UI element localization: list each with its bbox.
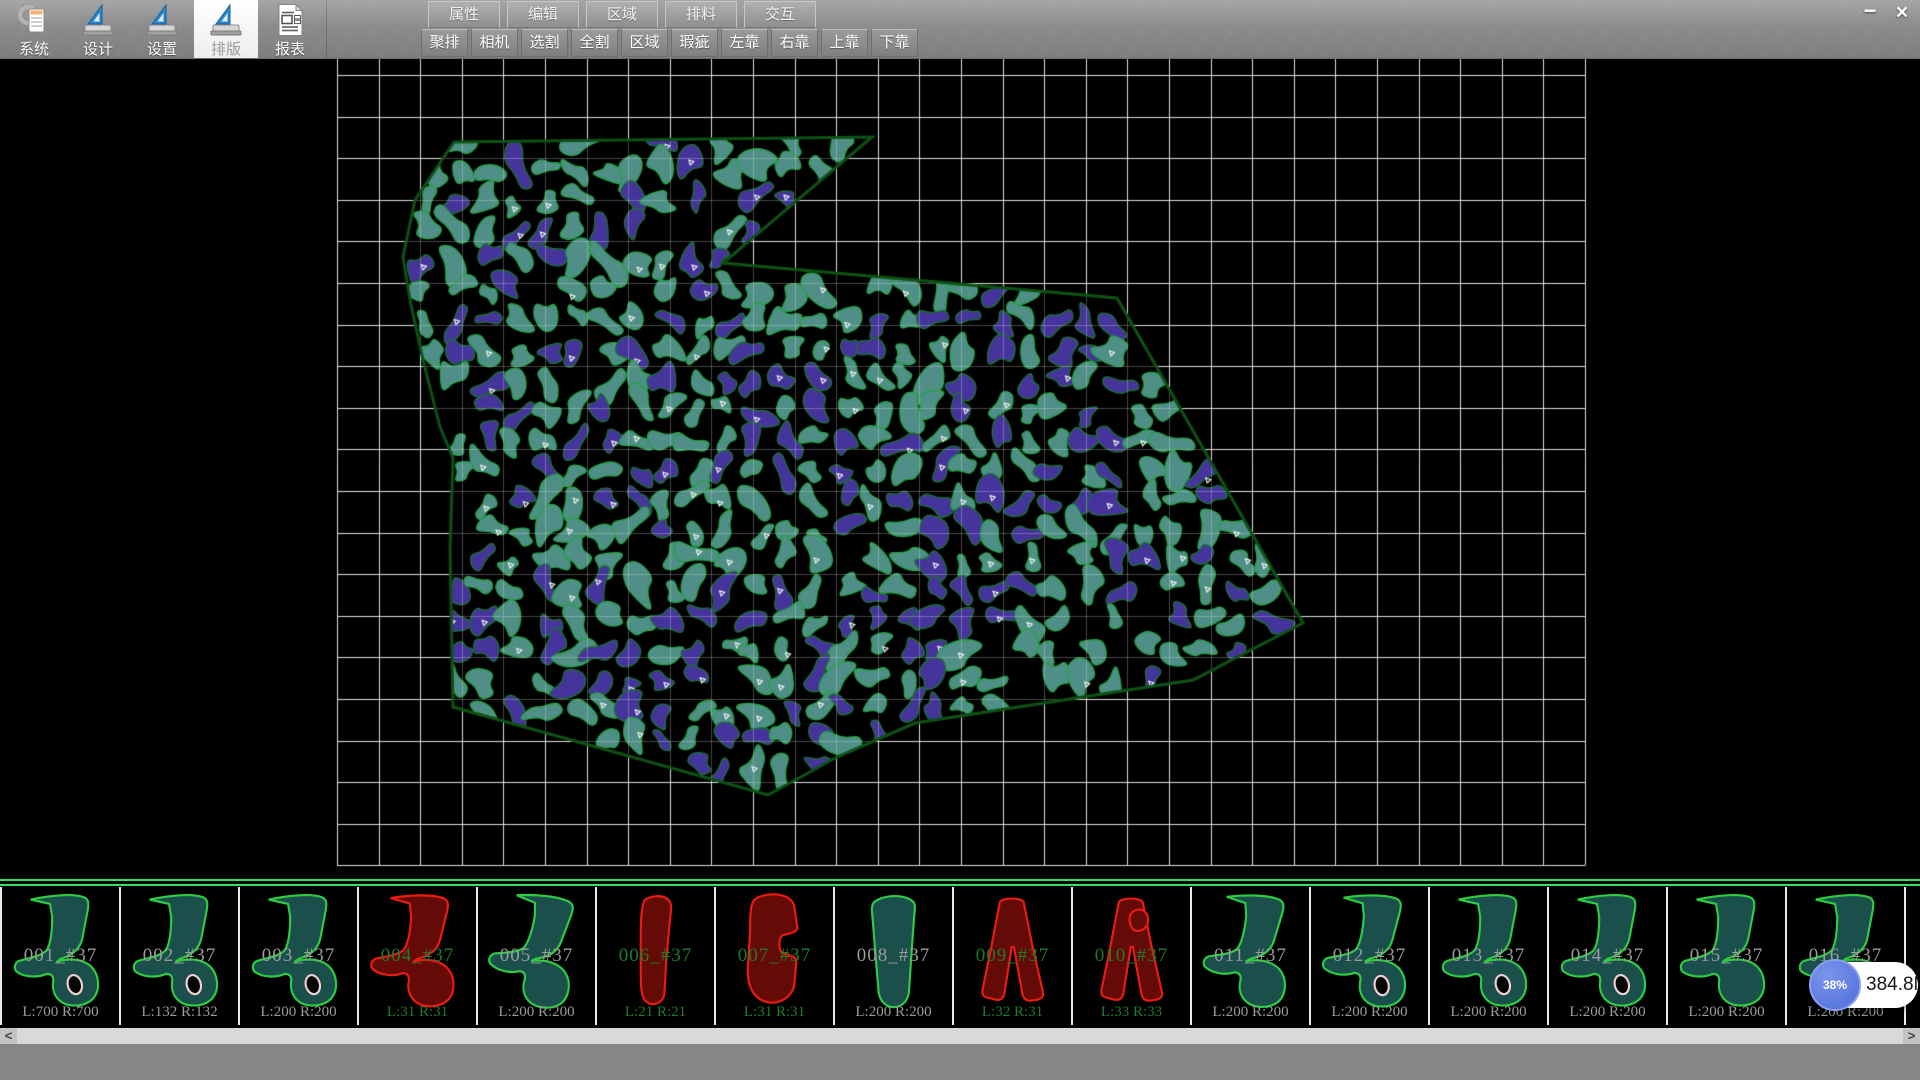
tool-button-3[interactable]: 选割 <box>521 29 568 57</box>
filmstrip-item-9[interactable]: 009_#37 L:32 R:31 <box>952 887 1071 1025</box>
memory-status-badge: 38% 384.8M <box>1812 962 1918 1008</box>
app-toolbar: 系统设计设置排版报表 <box>2 0 327 58</box>
piece-name: 012_#37 <box>1311 945 1428 967</box>
filmstrip-item-14[interactable]: 014_#37 L:200 R:200 <box>1547 887 1666 1025</box>
piece-name: 004_#37 <box>359 945 476 967</box>
piece-counts: L:200 R:200 <box>478 1004 595 1021</box>
filmstrip-item-11[interactable]: 011_#37 L:200 R:200 <box>1190 887 1309 1025</box>
app-button-label: 排版 <box>194 38 258 59</box>
piece-name: 013_#37 <box>1430 945 1547 967</box>
progress-circle: 38% <box>1809 959 1861 1011</box>
piece-counts: L:200 R:200 <box>1549 1004 1666 1021</box>
tool-button-5[interactable]: 区域 <box>621 29 668 57</box>
minimize-button[interactable]: − <box>1856 2 1884 24</box>
tool-button-6[interactable]: 瑕疵 <box>671 29 718 57</box>
filmstrip-item-15[interactable]: 015_#37 L:200 R:200 <box>1666 887 1785 1025</box>
system-icon <box>16 2 52 38</box>
menu-tab-1[interactable]: 属性 <box>428 1 500 28</box>
piece-counts: L:200 R:200 <box>1430 1004 1547 1021</box>
scroll-right-arrow-icon[interactable]: > <box>1903 1028 1920 1044</box>
app-window: 系统设计设置排版报表 属性编辑区域排料交互 聚排相机选割全割区域瑕疵左靠右靠上靠… <box>0 0 1920 1080</box>
menu-tab-4[interactable]: 排料 <box>665 1 737 28</box>
app-button-1[interactable]: 系统 <box>2 0 66 58</box>
memory-value: 384.8M <box>1866 962 1920 1008</box>
filmstrip-item-1[interactable]: 001_#37 L:700 R:700 <box>0 887 119 1025</box>
tool-buttons: 聚排相机选割全割区域瑕疵左靠右靠上靠下靠 <box>421 29 918 57</box>
report-icon <box>272 2 308 38</box>
piece-name: 010_#37 <box>1073 945 1190 967</box>
piece-name: 009_#37 <box>954 945 1071 967</box>
menu-tab-5[interactable]: 交互 <box>744 1 816 28</box>
tool-button-8[interactable]: 右靠 <box>771 29 818 57</box>
menu-tab-2[interactable]: 编辑 <box>507 1 579 28</box>
piece-counts: L:200 R:200 <box>835 1004 952 1021</box>
piece-name: 005_#37 <box>478 945 595 967</box>
app-button-label: 设置 <box>130 38 194 59</box>
piece-name: 001_#37 <box>2 945 119 967</box>
filmstrip-item-4[interactable]: 004_#37 L:31 R:31 <box>357 887 476 1025</box>
tool-button-7[interactable]: 左靠 <box>721 29 768 57</box>
piece-name: 007_#37 <box>716 945 833 967</box>
piece-counts: L:31 R:31 <box>716 1004 833 1021</box>
piece-name: 014_#37 <box>1549 945 1666 967</box>
app-button-5[interactable]: 报表 <box>258 0 322 58</box>
app-button-label: 报表 <box>258 38 322 59</box>
filmstrip-item-2[interactable]: 002_#37 L:132 R:132 <box>119 887 238 1025</box>
design-icon <box>80 2 116 38</box>
piece-name: 015_#37 <box>1668 945 1785 967</box>
filmstrip-item-10[interactable]: 010_#37 L:33 R:33 <box>1071 887 1190 1025</box>
nesting-canvas[interactable] <box>0 58 1920 879</box>
close-button[interactable]: × <box>1888 2 1916 24</box>
scrollbar-thumb[interactable] <box>17 1028 1903 1044</box>
piece-counts: L:31 R:31 <box>359 1004 476 1021</box>
app-button-4[interactable]: 排版 <box>194 0 258 58</box>
piece-filmstrip-cells: 001_#37L:700 R:700002_#37L:132 R:132003_… <box>0 887 1920 1025</box>
filmstrip-item-12[interactable]: 012_#37 L:200 R:200 <box>1309 887 1428 1025</box>
piece-counts: L:200 R:200 <box>1192 1004 1309 1021</box>
tool-button-2[interactable]: 相机 <box>471 29 518 57</box>
app-button-2[interactable]: 设计 <box>66 0 130 58</box>
toolbar: 系统设计设置排版报表 属性编辑区域排料交互 聚排相机选割全割区域瑕疵左靠右靠上靠… <box>0 0 1920 59</box>
piece-counts: L:33 R:33 <box>1073 1004 1190 1021</box>
filmstrip-item-6[interactable]: 006_#37 L:21 R:21 <box>595 887 714 1025</box>
tool-button-10[interactable]: 下靠 <box>871 29 918 57</box>
piece-name: 003_#37 <box>240 945 357 967</box>
nesting-icon <box>208 2 244 38</box>
tool-button-4[interactable]: 全割 <box>571 29 618 57</box>
filmstrip-item-8[interactable]: 008_#37 L:200 R:200 <box>833 887 952 1025</box>
piece-counts: L:200 R:200 <box>240 1004 357 1021</box>
tool-button-9[interactable]: 上靠 <box>821 29 868 57</box>
piece-counts: L:21 R:21 <box>597 1004 714 1021</box>
settings-icon <box>144 2 180 38</box>
piece-name: 008_#37 <box>835 945 952 967</box>
piece-counts: L:200 R:200 <box>1311 1004 1428 1021</box>
app-button-3[interactable]: 设置 <box>130 0 194 58</box>
piece-counts: L:200 R:200 <box>1668 1004 1785 1021</box>
tool-button-1[interactable]: 聚排 <box>421 29 468 57</box>
piece-counts: L:132 R:132 <box>121 1004 238 1021</box>
filmstrip-item-5[interactable]: 005_#37 L:200 R:200 <box>476 887 595 1025</box>
menu-tabs: 属性编辑区域排料交互 <box>428 1 816 28</box>
app-button-label: 系统 <box>2 38 66 59</box>
piece-name: 002_#37 <box>121 945 238 967</box>
piece-name: 006_#37 <box>597 945 714 967</box>
window-bottom-strip <box>0 1044 1920 1080</box>
filmstrip-item-13[interactable]: 013_#37 L:200 R:200 <box>1428 887 1547 1025</box>
piece-counts: L:700 R:700 <box>2 1004 119 1021</box>
horizontal-scrollbar[interactable]: < > <box>0 1028 1920 1044</box>
scroll-left-arrow-icon[interactable]: < <box>0 1028 17 1044</box>
app-button-label: 设计 <box>66 38 130 59</box>
piece-filmstrip: 001_#37L:700 R:700002_#37L:132 R:132003_… <box>0 879 1920 1028</box>
filmstrip-item-3[interactable]: 003_#37 L:200 R:200 <box>238 887 357 1025</box>
menu-tab-3[interactable]: 区域 <box>586 1 658 28</box>
filmstrip-separator-line <box>0 884 1920 886</box>
piece-counts: L:32 R:31 <box>954 1004 1071 1021</box>
piece-name: 011_#37 <box>1192 945 1309 967</box>
filmstrip-item-7[interactable]: 007_#37 L:31 R:31 <box>714 887 833 1025</box>
